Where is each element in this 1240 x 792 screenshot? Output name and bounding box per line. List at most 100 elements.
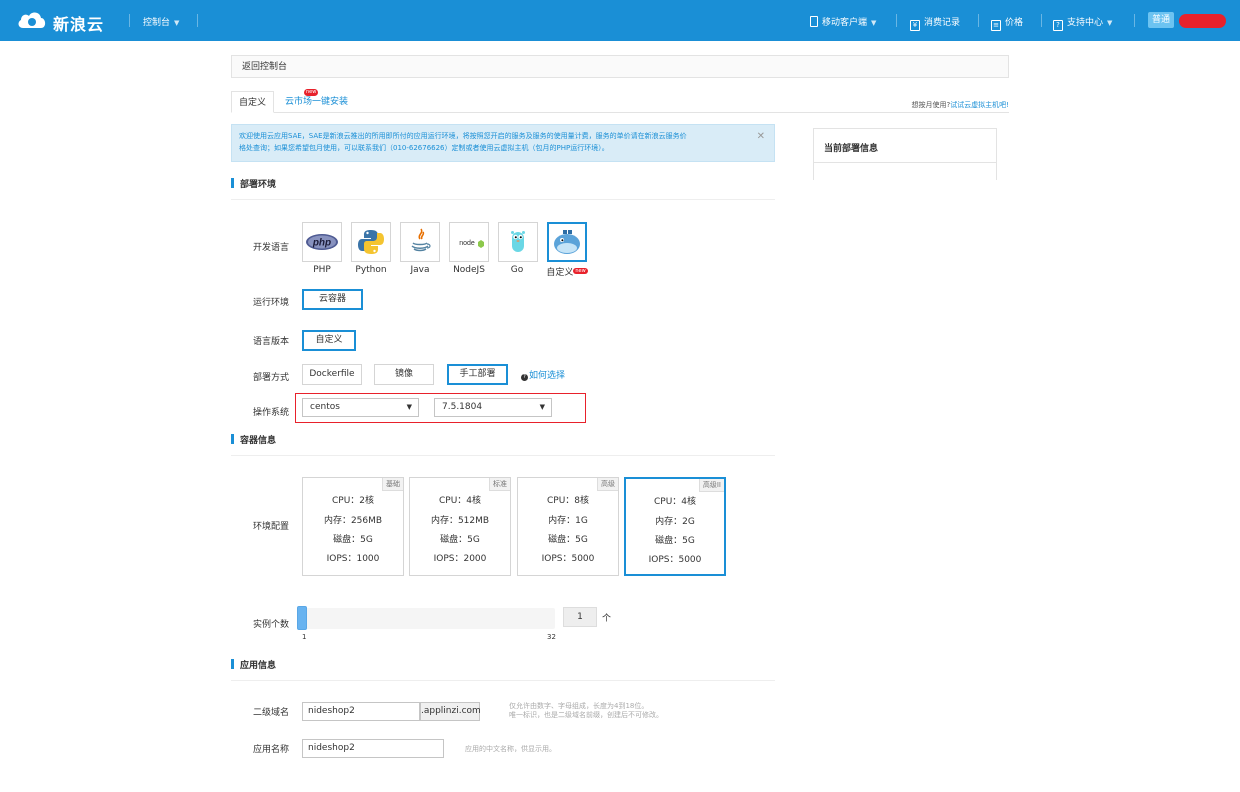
current-deploy-info-panel: 当前部署信息 bbox=[813, 128, 997, 180]
language-name: PHP bbox=[313, 265, 331, 275]
language-option-python[interactable] bbox=[351, 222, 391, 262]
spec-tag: 基础 bbox=[382, 478, 403, 491]
help-link-text: 如何选择 bbox=[529, 371, 566, 381]
spec-disk: 磁盘：5G bbox=[333, 535, 373, 545]
deploy-method-manual[interactable]: 手工部署 bbox=[447, 364, 508, 385]
spec-card-basic[interactable]: 基础 CPU：2核 内存：256MB 磁盘：5G IOPS：1000 bbox=[302, 477, 404, 576]
spec-tag: 高级II bbox=[698, 479, 724, 492]
question-icon: ? bbox=[521, 374, 528, 381]
divider bbox=[896, 14, 897, 27]
price-list-icon: ≡ bbox=[991, 20, 1001, 31]
info-notice: 欢迎使用云应用SAE，SAE是新浪云推出的所用即所付的应用运行环境，将按照您开启… bbox=[231, 124, 775, 162]
os-distro-select[interactable]: centos ▼ bbox=[302, 398, 419, 417]
sina-cloud-logo-icon[interactable] bbox=[17, 10, 47, 30]
os-version-select[interactable]: 7.5.1804 ▼ bbox=[434, 398, 552, 417]
chevron-down-icon: ▼ bbox=[1107, 19, 1113, 27]
spec-iops: IOPS：1000 bbox=[326, 554, 380, 564]
pricing-label: 价格 bbox=[1005, 18, 1024, 28]
deploy-method-image[interactable]: 镜像 bbox=[374, 364, 434, 385]
java-logo-icon bbox=[411, 228, 431, 252]
back-to-console-link[interactable]: 返回控制台 bbox=[231, 55, 1009, 78]
console-menu[interactable]: 控制台 ▼ bbox=[143, 15, 179, 28]
spec-disk: 磁盘：5G bbox=[655, 536, 695, 546]
os-distro-value: centos bbox=[310, 402, 340, 412]
slider-max-label: 32 bbox=[547, 633, 556, 641]
subdomain-label: 二级域名 bbox=[253, 708, 290, 718]
spec-cpu: CPU：4核 bbox=[653, 497, 697, 507]
instances-slider-handle[interactable] bbox=[297, 606, 307, 630]
dropdown-arrow-icon: ▼ bbox=[406, 403, 412, 411]
spec-card-advanced[interactable]: 高级 CPU：8核 内存：1G 磁盘：5G IOPS：5000 bbox=[517, 477, 619, 576]
divider bbox=[1134, 14, 1135, 27]
version-option-custom[interactable]: 自定义 bbox=[302, 330, 356, 351]
support-label: 支持中心 bbox=[1067, 18, 1104, 28]
section-app-info: 应用信息 bbox=[231, 658, 775, 681]
version-label: 语言版本 bbox=[253, 337, 290, 347]
instances-slider-track[interactable] bbox=[297, 608, 555, 629]
language-label: 开发语言 bbox=[253, 243, 290, 253]
divider bbox=[231, 455, 775, 456]
php-logo-icon: php bbox=[306, 234, 338, 250]
divider bbox=[978, 14, 979, 27]
language-option-custom[interactable] bbox=[547, 222, 587, 262]
top-navbar: 新浪云 控制台 ▼ 移动客户端 ▼ ¥ 消费记录 ≡ 价格 ? 支持中心 ▼ 普通 bbox=[0, 0, 1240, 41]
billing-link[interactable]: ¥ 消费记录 bbox=[910, 15, 960, 31]
divider bbox=[231, 199, 775, 200]
language-name: Python bbox=[355, 265, 387, 275]
runtime-label: 运行环境 bbox=[253, 298, 290, 308]
spec-tag: 高级 bbox=[597, 478, 618, 491]
monthly-hint: 想按月使用?试试云虚拟主机吧! bbox=[911, 100, 1009, 110]
svg-text:php: php bbox=[312, 238, 331, 249]
language-name: Java bbox=[410, 265, 430, 275]
deploy-method-label: 部署方式 bbox=[253, 373, 290, 383]
runtime-option-cloud-container[interactable]: 云容器 bbox=[302, 289, 363, 310]
spec-card-standard[interactable]: 标准 CPU：4核 内存：512MB 磁盘：5G IOPS：2000 bbox=[409, 477, 511, 576]
mobile-client-menu[interactable]: 移动客户端 ▼ bbox=[810, 15, 876, 28]
how-to-choose-link[interactable]: ? 如何选择 bbox=[521, 368, 565, 381]
section-title: 部署环境 bbox=[240, 180, 277, 190]
plan-badge[interactable]: 普通 bbox=[1148, 12, 1174, 28]
app-name-label: 应用名称 bbox=[253, 745, 290, 755]
pricing-link[interactable]: ≡ 价格 bbox=[991, 15, 1023, 31]
go-gopher-icon bbox=[511, 231, 525, 252]
subdomain-hint: 仅允许由数字、字母组成，长度为4到18位。 唯一标识，也是二级域名前缀，创建后不… bbox=[509, 702, 663, 720]
os-label: 操作系统 bbox=[253, 408, 290, 418]
instances-unit: 个 bbox=[602, 614, 612, 624]
language-option-php[interactable]: php bbox=[302, 222, 342, 262]
section-title: 容器信息 bbox=[240, 436, 277, 446]
virtual-host-link[interactable]: 试试云虚拟主机吧! bbox=[950, 101, 1009, 109]
spec-disk: 磁盘：5G bbox=[548, 535, 588, 545]
support-menu[interactable]: ? 支持中心 ▼ bbox=[1053, 15, 1112, 31]
language-name: 自定义 bbox=[546, 268, 574, 278]
subdomain-input[interactable]: nideshop2 bbox=[302, 702, 420, 721]
nodejs-logo-icon: node bbox=[459, 240, 484, 248]
support-doc-icon: ? bbox=[1053, 20, 1063, 31]
subdomain-hint-line-1: 仅允许由数字、字母组成，长度为4到18位。 bbox=[509, 702, 649, 710]
svg-text:node: node bbox=[459, 240, 475, 247]
section-title: 应用信息 bbox=[240, 661, 277, 671]
language-option-go[interactable] bbox=[498, 222, 538, 262]
language-name: Go bbox=[510, 265, 524, 275]
section-deploy-env: 部署环境 bbox=[231, 177, 775, 200]
tab-custom[interactable]: 自定义 bbox=[231, 91, 275, 113]
instances-count-input[interactable]: 1 bbox=[563, 607, 597, 627]
subdomain-suffix: .applinzi.com bbox=[420, 702, 481, 721]
spec-memory: 内存：2G bbox=[655, 517, 695, 527]
spec-card-advanced-2[interactable]: 高级II CPU：4核 内存：2G 磁盘：5G IOPS：5000 bbox=[624, 477, 726, 576]
tab-cloud-market-label: 云市场一键安装 bbox=[285, 97, 349, 107]
language-option-java[interactable] bbox=[400, 222, 440, 262]
close-icon[interactable]: ✕ bbox=[757, 131, 765, 143]
app-name-hint: 应用的中文名称，供显示用。 bbox=[465, 745, 556, 753]
divider bbox=[129, 14, 130, 27]
deploy-method-dockerfile[interactable]: Dockerfile bbox=[302, 364, 362, 385]
tab-cloud-market[interactable]: 云市场一键安装 new bbox=[278, 89, 355, 113]
notice-line-1: 欢迎使用云应用SAE，SAE是新浪云推出的所用即所付的应用运行环境，将按照您开启… bbox=[239, 132, 687, 140]
redacted-username[interactable] bbox=[1179, 14, 1226, 28]
language-option-nodejs[interactable]: node bbox=[449, 222, 489, 262]
brand-name[interactable]: 新浪云 bbox=[53, 11, 104, 35]
app-name-input[interactable]: nideshop2 bbox=[302, 739, 444, 758]
language-name-custom: 自定义 new bbox=[542, 265, 592, 278]
monthly-hint-text: 想按月使用? bbox=[911, 101, 951, 109]
spec-iops: IOPS：5000 bbox=[648, 555, 702, 565]
spec-disk: 磁盘：5G bbox=[440, 535, 480, 545]
